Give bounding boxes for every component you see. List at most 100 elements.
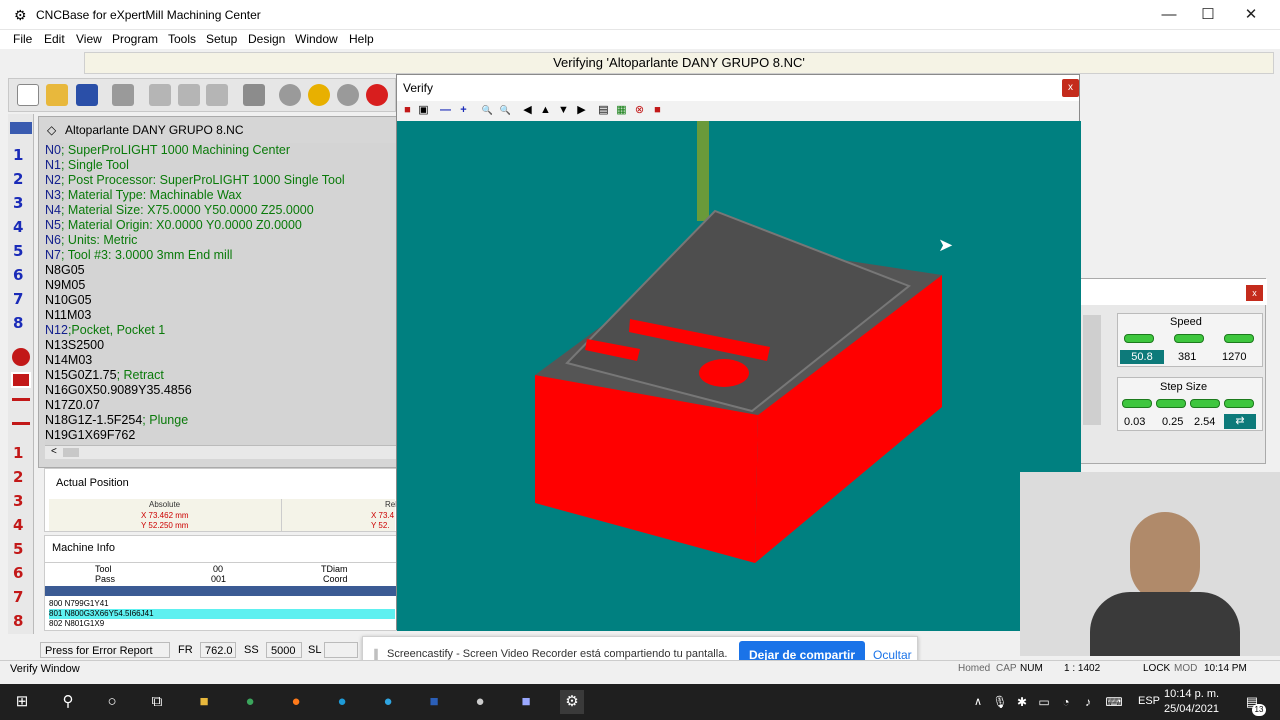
firefox-icon[interactable]: ● bbox=[284, 690, 308, 714]
speed-option[interactable]: 1270 bbox=[1222, 351, 1246, 363]
open-folder-icon[interactable] bbox=[46, 84, 68, 106]
code-line[interactable]: N16G0X50.9089Y35.4856 bbox=[45, 383, 397, 398]
menu-program[interactable]: Program bbox=[112, 32, 158, 46]
code-area[interactable]: N0; SuperProLIGHT 1000 Machining Center … bbox=[45, 143, 397, 445]
tray-chevron-icon[interactable]: ∧ bbox=[966, 690, 990, 714]
menu-design[interactable]: Design bbox=[248, 32, 285, 46]
code-line[interactable]: N11M03 bbox=[45, 308, 397, 323]
strip-number[interactable]: 4 bbox=[13, 516, 31, 534]
menu-file[interactable]: File bbox=[13, 32, 32, 46]
nc-line-list[interactable]: 800 N799G1Y41 801 N800G3X66Y54.5I66J41 8… bbox=[49, 599, 395, 629]
strip-number[interactable]: 7 bbox=[13, 588, 31, 606]
step-option[interactable]: 2.54 bbox=[1194, 416, 1215, 428]
step-icon[interactable] bbox=[337, 84, 359, 106]
record-icon[interactable] bbox=[12, 348, 30, 366]
code-line[interactable]: N9M05 bbox=[45, 278, 397, 293]
cycle-start-icon[interactable] bbox=[279, 84, 301, 106]
menu-window[interactable]: Window bbox=[295, 32, 338, 46]
solid-view-icon[interactable]: ■ bbox=[401, 104, 414, 117]
print-icon[interactable] bbox=[112, 84, 134, 106]
panel-icon[interactable] bbox=[11, 372, 31, 388]
strip-number[interactable]: 2 bbox=[13, 170, 31, 188]
speed-led[interactable] bbox=[1174, 334, 1204, 343]
app-icon[interactable]: ● bbox=[468, 690, 492, 714]
strip-number[interactable]: 5 bbox=[13, 242, 31, 260]
magnify-plus-icon[interactable]: 🔍 bbox=[499, 104, 512, 117]
language-indicator[interactable]: ESP bbox=[1138, 695, 1160, 707]
menu-setup[interactable]: Setup bbox=[206, 32, 237, 46]
code-line[interactable]: N8G05 bbox=[45, 263, 397, 278]
strip-number[interactable]: 2 bbox=[13, 468, 31, 486]
strip-number[interactable]: 1 bbox=[13, 444, 31, 462]
strip-number[interactable]: 6 bbox=[13, 564, 31, 582]
error-report-button[interactable]: Press for Error Report bbox=[40, 642, 170, 658]
rotate-right-icon[interactable]: ▶ bbox=[575, 104, 588, 117]
volume-icon[interactable]: ♪ bbox=[1076, 690, 1100, 714]
scroll-left-arrow[interactable]: < bbox=[51, 446, 57, 457]
list-item-selected[interactable]: 801 N800G3X66Y54.5I66J41 bbox=[49, 609, 395, 619]
strip-number[interactable]: 1 bbox=[13, 146, 31, 164]
code-line[interactable]: N7; Tool #3: 3.0000 3mm End mill bbox=[45, 248, 397, 263]
chrome-icon[interactable]: ● bbox=[238, 690, 262, 714]
strip-number[interactable]: 4 bbox=[13, 218, 31, 236]
step-led[interactable] bbox=[1224, 399, 1254, 408]
code-line[interactable]: N2; Post Processor: SuperProLIGHT 1000 S… bbox=[45, 173, 397, 188]
strip-number[interactable]: 3 bbox=[13, 194, 31, 212]
save-icon[interactable] bbox=[76, 84, 98, 106]
code-line[interactable]: N1; Single Tool bbox=[45, 158, 397, 173]
menu-view[interactable]: View bbox=[76, 32, 102, 46]
scroll-thumb[interactable] bbox=[63, 448, 79, 457]
keyboard-icon[interactable]: ⌨ bbox=[1102, 690, 1126, 714]
jog-arrows[interactable] bbox=[1083, 315, 1101, 425]
step-option[interactable]: 0.03 bbox=[1124, 416, 1145, 428]
skype-icon[interactable]: ● bbox=[330, 690, 354, 714]
exit-icon[interactable]: ■ bbox=[651, 104, 664, 117]
zoom-in-icon[interactable]: + bbox=[457, 104, 470, 117]
code-line[interactable]: N14M03 bbox=[45, 353, 397, 368]
code-line[interactable]: N3; Material Type: Machinable Wax bbox=[45, 188, 397, 203]
wire-view-icon[interactable]: ▣ bbox=[417, 104, 430, 117]
code-line[interactable]: N5; Material Origin: X0.0000 Y0.0000 Z0.… bbox=[45, 218, 397, 233]
verify-close-button[interactable]: x bbox=[1062, 79, 1079, 97]
code-line[interactable]: N12;Pocket, Pocket 1 bbox=[45, 323, 397, 338]
cortana-icon[interactable]: ○ bbox=[100, 690, 124, 714]
maximize-button[interactable]: ☐ bbox=[1185, 0, 1231, 30]
drag-handle-icon[interactable]: ∥ bbox=[373, 647, 379, 661]
step-option[interactable]: 0.25 bbox=[1162, 416, 1183, 428]
speed-led[interactable] bbox=[1124, 334, 1154, 343]
strip-number[interactable]: 7 bbox=[13, 290, 31, 308]
step-led[interactable] bbox=[1122, 399, 1152, 408]
word-icon[interactable]: ■ bbox=[422, 690, 446, 714]
tray-clock[interactable]: 10:14 p. m. 25/04/2021 bbox=[1164, 687, 1219, 717]
new-file-icon[interactable] bbox=[17, 84, 39, 106]
continuous-icon[interactable]: ⇄ bbox=[1224, 414, 1256, 429]
menu-tools[interactable]: Tools bbox=[168, 32, 196, 46]
rotate-down-icon[interactable]: ▼ bbox=[557, 104, 570, 117]
menu-edit[interactable]: Edit bbox=[44, 32, 65, 46]
speed-option[interactable]: 381 bbox=[1178, 351, 1196, 363]
bluetooth-icon[interactable]: ✱ bbox=[1010, 690, 1034, 714]
3d-viewport[interactable]: ➤ bbox=[397, 121, 1081, 631]
step-led[interactable] bbox=[1156, 399, 1186, 408]
menu-help[interactable]: Help bbox=[349, 32, 374, 46]
strip-number[interactable]: 8 bbox=[13, 314, 31, 332]
code-line[interactable]: N19G1X69F762 bbox=[45, 428, 397, 443]
code-line[interactable]: N0; SuperProLIGHT 1000 Machining Center bbox=[45, 143, 397, 158]
search-icon[interactable]: ⚲ bbox=[56, 690, 80, 714]
strip-number[interactable]: 8 bbox=[13, 612, 31, 630]
rotate-left-icon[interactable]: ◀ bbox=[521, 104, 534, 117]
strip-number[interactable]: 6 bbox=[13, 266, 31, 284]
measure-icon[interactable] bbox=[12, 422, 30, 436]
code-line[interactable]: N13S2500 bbox=[45, 338, 397, 353]
paste-icon[interactable] bbox=[206, 84, 228, 106]
close-button[interactable]: ✕ bbox=[1228, 0, 1274, 30]
cube-icon[interactable] bbox=[243, 84, 265, 106]
cncbase-icon[interactable]: ⚙ bbox=[560, 690, 584, 714]
microphone-icon[interactable]: 🎙 bbox=[988, 690, 1012, 714]
app-icon[interactable]: ■ bbox=[514, 690, 538, 714]
stop-icon[interactable] bbox=[366, 84, 388, 106]
code-line[interactable]: N18G1Z-1.5F254; Plunge bbox=[45, 413, 397, 428]
jog-icon[interactable] bbox=[10, 122, 32, 134]
code-line[interactable]: N10G05 bbox=[45, 293, 397, 308]
edge-icon[interactable]: ● bbox=[376, 690, 400, 714]
